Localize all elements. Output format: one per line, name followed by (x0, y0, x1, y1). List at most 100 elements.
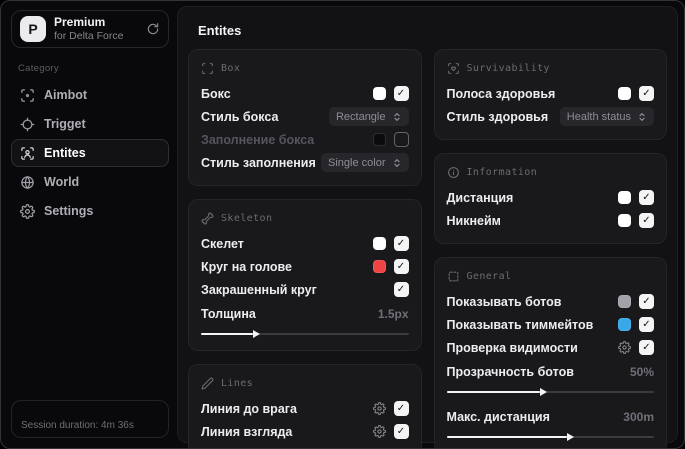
health-style-dropdown[interactable]: Health status (559, 107, 654, 126)
brand-subtitle: for Delta Force (54, 29, 124, 42)
slider-value: 1.5px (377, 306, 409, 321)
right-column: Survivability Полоса здоровья Стиль здор… (433, 49, 667, 448)
color-swatch[interactable] (618, 318, 631, 331)
row-settings-gear-icon[interactable] (372, 402, 386, 415)
brand-logo: P (20, 16, 46, 42)
checkbox[interactable] (393, 132, 409, 147)
max-distance-slider-block: Макс. дистанция 300m (446, 405, 654, 442)
setting-label: Прозрачность ботов (446, 364, 574, 379)
setting-row: Стиль бокса Rectangle (201, 105, 409, 128)
setting-label: Показывать ботов (446, 294, 562, 309)
slider-fill[interactable] (201, 330, 260, 338)
box-select-icon (447, 270, 460, 283)
setting-label: Закрашенный круг (201, 282, 317, 297)
setting-row: Закрашенный круг (201, 278, 409, 301)
bot-opacity-slider[interactable] (446, 387, 654, 397)
color-swatch[interactable] (372, 87, 386, 100)
setting-row: Круг на голове (201, 255, 409, 278)
sidebar-item-entites[interactable]: Entites (11, 139, 169, 167)
setting-label: Линия до врага (201, 401, 297, 416)
thickness-slider-block: Толщина 1.5px (201, 302, 409, 339)
slider-value: 300m (623, 409, 654, 424)
max-distance-slider[interactable] (446, 432, 654, 442)
slider-fill[interactable] (446, 433, 575, 441)
setting-label: Макс. дистанция (446, 409, 550, 424)
section-title: Lines (221, 378, 254, 389)
checkbox[interactable] (639, 317, 654, 332)
sidebar-item-trigget[interactable]: Trigget (11, 110, 169, 138)
checkbox[interactable] (393, 86, 409, 101)
checkbox[interactable] (393, 259, 409, 274)
sidebar-item-label: Settings (44, 204, 94, 218)
app-window: P Premium for Delta Force Category Aimbo… (0, 0, 685, 449)
sidebar-item-label: Entites (44, 146, 86, 160)
setting-row: Показывать тиммейтов (447, 313, 654, 336)
checkbox[interactable] (639, 190, 654, 205)
checkbox[interactable] (639, 213, 654, 228)
sidebar-item-settings[interactable]: Settings (11, 197, 169, 225)
setting-row: Толщина 1.5px (201, 302, 409, 325)
bot-opacity-slider-block: Прозрачность ботов 50% (446, 360, 654, 397)
setting-row: Линия до врага (201, 397, 409, 420)
section-general: General Показывать ботов Показывать тимм… (433, 257, 667, 448)
setting-label: Линия взгляда (201, 424, 293, 439)
category-label: Category (18, 63, 59, 74)
setting-label: Толщина (201, 306, 256, 321)
checkbox[interactable] (639, 86, 654, 101)
setting-row: Никнейм (447, 209, 654, 232)
color-swatch[interactable] (618, 214, 631, 227)
sidebar-item-label: Aimbot (44, 88, 88, 102)
setting-label: Полоса здоровья (446, 86, 556, 101)
sidebar: P Premium for Delta Force Category Aimbo… (1, 1, 177, 448)
setting-row: Полоса здоровья (446, 82, 654, 105)
sidebar-item-aimbot[interactable]: Aimbot (11, 81, 169, 109)
color-swatch[interactable] (372, 133, 386, 146)
section-title: Box (221, 63, 241, 74)
fill-style-dropdown[interactable]: Single color (321, 153, 409, 172)
pencil-line-icon (201, 377, 214, 390)
setting-row: Линия взгляда (201, 420, 409, 443)
section-information: Information Дистанция Никнейм (433, 153, 667, 244)
setting-label: Дистанция (446, 190, 514, 205)
checkbox[interactable] (393, 401, 409, 416)
row-settings-gear-icon[interactable] (618, 341, 631, 354)
setting-row: Дистанция (446, 186, 654, 209)
sidebar-nav: Aimbot Trigget Entites World Settings (11, 81, 169, 225)
color-swatch[interactable] (618, 191, 631, 204)
setting-row: Бокс (201, 82, 409, 105)
setting-label: Стиль здоровья (446, 109, 549, 124)
info-icon (447, 166, 460, 179)
setting-row: Показывать ботов (446, 290, 654, 313)
left-column: Box Бокс Стиль бокса Rectangle (188, 49, 422, 448)
checkbox[interactable] (393, 424, 409, 439)
chevrons-up-down-icon (392, 158, 402, 168)
section-title: Skeleton (221, 213, 273, 224)
color-swatch[interactable] (618, 295, 631, 308)
gear-icon (20, 203, 35, 219)
dropdown-value: Single color (328, 156, 386, 169)
refresh-icon[interactable] (146, 22, 160, 36)
main-panel: Entites Box Бокс ✓ Стиль бокса Rectangle… (177, 6, 678, 448)
box-style-dropdown[interactable]: Rectangle (328, 107, 409, 126)
row-settings-gear-icon[interactable] (372, 425, 386, 438)
slider-fill[interactable] (446, 388, 548, 396)
color-swatch[interactable] (618, 87, 631, 100)
sidebar-item-world[interactable]: World (11, 168, 169, 196)
thickness-slider[interactable] (201, 329, 409, 339)
dropdown-value: Rectangle (335, 110, 386, 123)
setting-label: Заполнение бокса (201, 132, 315, 147)
checkbox[interactable] (393, 236, 409, 251)
checkbox[interactable] (639, 340, 654, 355)
content-columns: Box Бокс Стиль бокса Rectangle (188, 49, 667, 448)
section-title: Survivability (466, 63, 550, 74)
setting-label: Круг на голове (201, 259, 292, 274)
setting-row: Стиль здоровья Health status (446, 105, 654, 128)
entities-icon (20, 146, 35, 161)
section-title: Information (466, 167, 538, 178)
checkbox[interactable] (639, 294, 654, 309)
color-swatch[interactable] (372, 237, 386, 250)
trigger-icon (20, 117, 35, 132)
color-swatch[interactable] (372, 260, 386, 273)
checkbox[interactable] (393, 282, 409, 297)
aimbot-icon (20, 88, 35, 103)
